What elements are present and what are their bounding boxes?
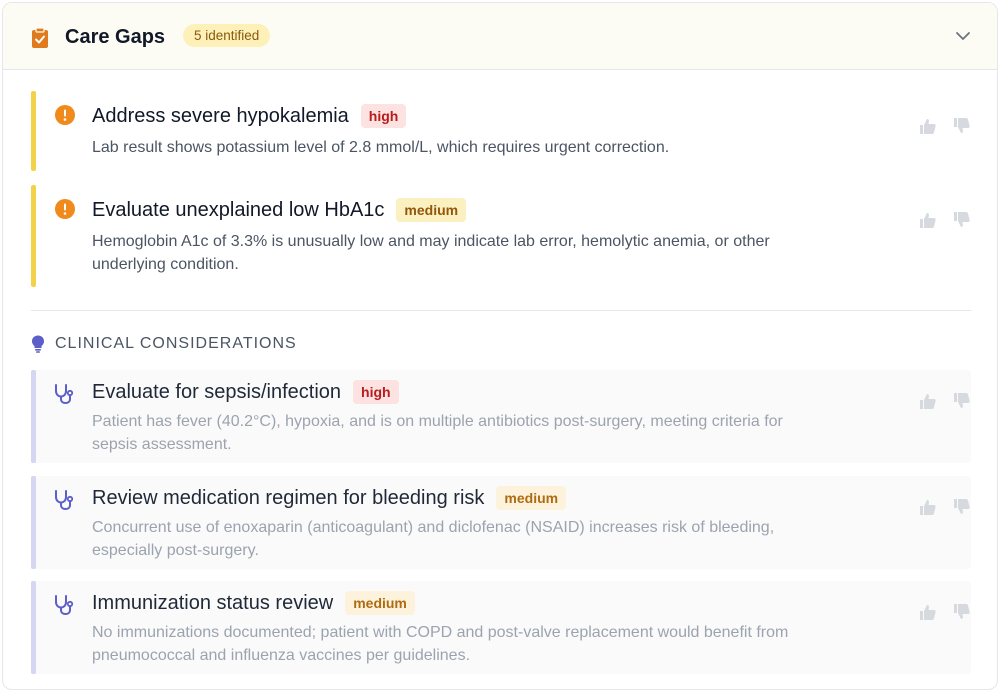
description-line: Hemoglobin A1c of 3.3% is unusually low … — [92, 233, 770, 250]
thumbs-up-icon[interactable] — [919, 498, 937, 516]
description-line: No immunizations documented; patient wit… — [92, 624, 789, 641]
gap-title: Address severe hypokalemia — [92, 104, 349, 127]
care-gap-item: Evaluate unexplained low HbA1c medium He… — [31, 185, 971, 287]
section-divider — [31, 310, 971, 311]
stethoscope-icon — [55, 384, 74, 404]
severity-badge: medium — [345, 591, 415, 615]
consideration-title: Immunization status review — [92, 591, 334, 614]
care-gap-item: Address severe hypokalemia high Lab resu… — [31, 91, 971, 171]
description-line: pneumococcal and influenza vaccines per … — [92, 647, 471, 664]
section-heading: CLINICAL CONSIDERATIONS — [31, 335, 297, 353]
lightbulb-icon — [32, 335, 44, 353]
description-line: sepsis assessment. — [92, 436, 232, 453]
consideration-item: Evaluate for sepsis/infection high Patie… — [31, 370, 971, 463]
feedback-buttons — [919, 392, 971, 410]
gap-title-row: Address severe hypokalemia high — [92, 104, 407, 128]
stethoscope-icon — [55, 490, 74, 510]
thumbs-up-icon[interactable] — [919, 117, 937, 135]
consideration-item: Review medication regimen for bleeding r… — [31, 476, 971, 569]
consideration-description: No immunizations documented; patient wit… — [92, 621, 892, 667]
consideration-item: Immunization status review medium No imm… — [31, 581, 971, 674]
severity-badge: high — [353, 380, 399, 404]
clipboard-check-icon — [32, 27, 48, 48]
count-badge: 5 identified — [183, 24, 271, 47]
thumbs-down-icon[interactable] — [953, 603, 971, 621]
thumbs-up-icon[interactable] — [919, 603, 937, 621]
panel-header[interactable]: Care Gaps 5 identified — [3, 3, 997, 70]
priority-bar — [31, 91, 36, 171]
gap-description: Hemoglobin A1c of 3.3% is unusually low … — [92, 230, 892, 276]
description-line: especially post-surgery. — [92, 542, 259, 559]
thumbs-up-icon[interactable] — [919, 211, 937, 229]
gap-title: Evaluate unexplained low HbA1c — [92, 198, 385, 221]
consideration-description: Patient has fever (40.2°C), hypoxia, and… — [92, 410, 892, 456]
consideration-bar — [31, 581, 36, 674]
thumbs-down-icon[interactable] — [953, 117, 971, 135]
consideration-title: Evaluate for sepsis/infection — [92, 380, 342, 403]
severity-badge: high — [360, 104, 407, 128]
thumbs-down-icon[interactable] — [953, 392, 971, 410]
alert-circle-icon — [55, 199, 75, 219]
priority-bar — [31, 185, 36, 287]
feedback-buttons — [919, 211, 971, 229]
severity-badge: medium — [396, 198, 467, 222]
consideration-title-row: Evaluate for sepsis/infection high — [92, 380, 399, 404]
consideration-title-row: Immunization status review medium — [92, 591, 415, 615]
feedback-buttons — [919, 117, 971, 135]
thumbs-down-icon[interactable] — [953, 211, 971, 229]
stethoscope-icon — [55, 595, 74, 615]
feedback-buttons — [919, 603, 971, 621]
description-line: underlying condition. — [92, 256, 239, 273]
gap-title-row: Evaluate unexplained low HbA1c medium — [92, 198, 467, 222]
severity-badge: medium — [496, 486, 567, 510]
consideration-title: Review medication regimen for bleeding r… — [92, 486, 485, 509]
feedback-buttons — [919, 498, 971, 516]
thumbs-down-icon[interactable] — [953, 498, 971, 516]
consideration-title-row: Review medication regimen for bleeding r… — [92, 486, 567, 510]
consideration-bar — [31, 370, 36, 463]
panel-title: Care Gaps — [65, 26, 166, 48]
consideration-description: Concurrent use of enoxaparin (anticoagul… — [92, 516, 892, 562]
gap-description: Lab result shows potassium level of 2.8 … — [92, 139, 670, 156]
chevron-down-icon[interactable] — [955, 30, 971, 42]
description-line: Patient has fever (40.2°C), hypoxia, and… — [92, 413, 783, 430]
description-line: Concurrent use of enoxaparin (anticoagul… — [92, 519, 775, 536]
care-gaps-panel: Care Gaps 5 identified Address severe hy… — [2, 2, 998, 690]
alert-circle-icon — [55, 105, 75, 125]
section-label: CLINICAL CONSIDERATIONS — [55, 335, 297, 352]
thumbs-up-icon[interactable] — [919, 392, 937, 410]
consideration-bar — [31, 476, 36, 569]
